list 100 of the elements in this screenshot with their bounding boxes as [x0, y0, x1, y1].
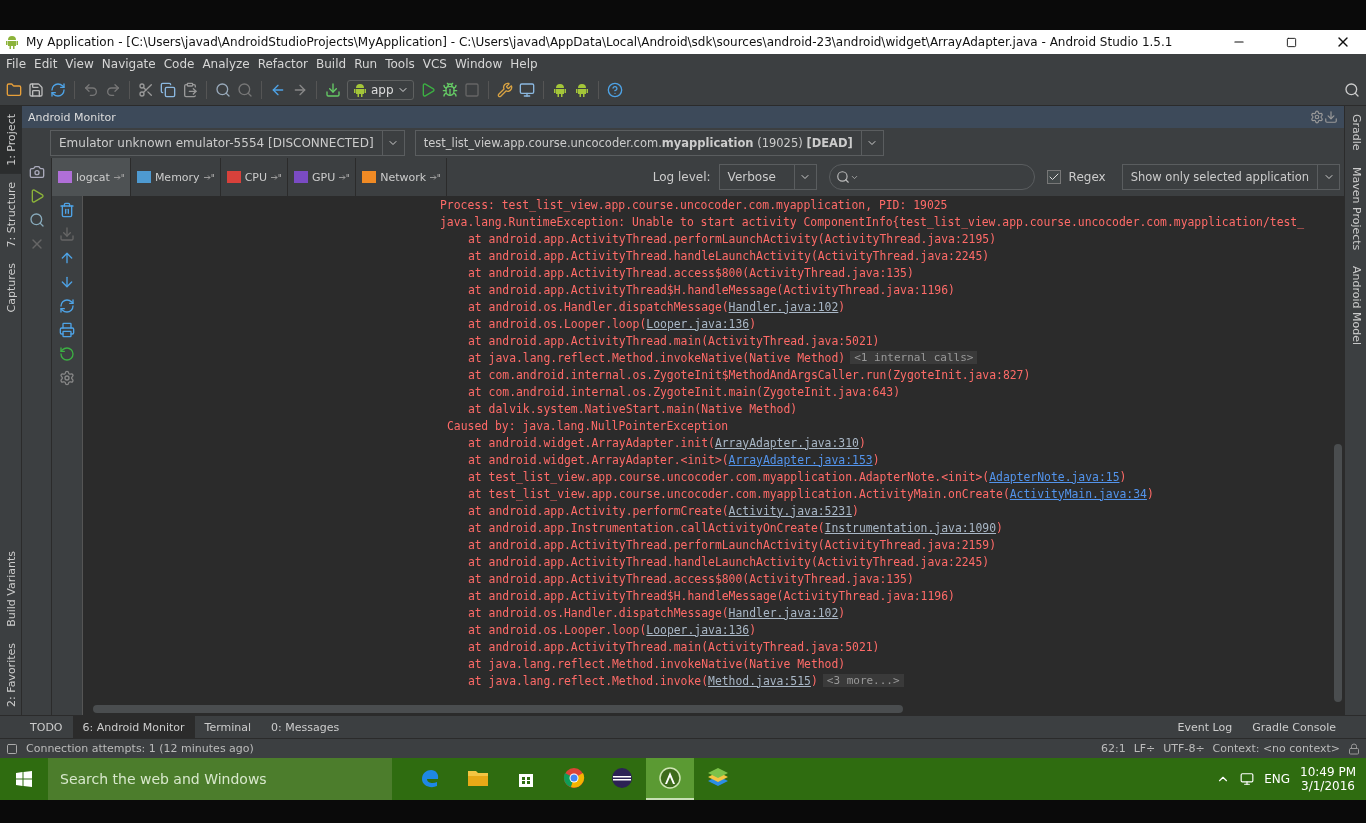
tool-window-tab[interactable]: 0: Messages	[261, 715, 350, 739]
menu-item[interactable]: Navigate	[97, 57, 160, 71]
help-icon[interactable]	[606, 81, 623, 98]
tool-window-tab[interactable]: Gradle Console	[1242, 715, 1346, 739]
line-separator[interactable]: LF÷	[1133, 742, 1156, 755]
settings-icon[interactable]	[59, 370, 75, 386]
folded-calls[interactable]: <1 internal calls>	[850, 351, 978, 364]
tool-window-tab[interactable]: TODO	[20, 715, 73, 739]
inspect-icon[interactable]	[28, 212, 45, 228]
pin-icon[interactable]	[430, 173, 441, 181]
log-line: Caused by: java.lang.NullPointerException	[446, 418, 729, 433]
tool-window-tab[interactable]: Captures	[0, 255, 22, 321]
tool-window-tab[interactable]: 1: Project	[0, 106, 22, 174]
wrench-icon[interactable]	[496, 81, 513, 98]
folder-icon[interactable]	[6, 81, 22, 98]
log-line: at test_list_view.app.course.uncocoder.com.myapplication.ActivityMain.onCreate(ActivityMain.java:34)	[467, 486, 1154, 501]
menu-item[interactable]: Help	[506, 57, 542, 71]
camera-icon[interactable]	[28, 164, 45, 180]
cut-icon[interactable]	[138, 81, 154, 98]
source-link[interactable]: Looper.java:136	[646, 316, 750, 331]
tool-window-tab[interactable]: Event Log	[1167, 715, 1243, 739]
tool-window-tab[interactable]: Gradle	[1345, 106, 1366, 159]
folded-calls[interactable]: <3 more...>	[822, 674, 904, 687]
pin-icon[interactable]	[339, 173, 350, 181]
menu-item[interactable]: Build	[312, 57, 351, 71]
menu-item[interactable]: File	[2, 57, 31, 71]
log-line: at java.lang.reflect.Method.invoke(Method.java:515)	[467, 673, 818, 688]
process-dropdown[interactable]: test_list_view.app.course.uncocoder.com.myapplication (19025) [DEAD]	[414, 130, 884, 156]
compass-icon	[659, 767, 681, 789]
file-encoding[interactable]: UTF-8÷	[1163, 742, 1205, 755]
save-icon[interactable]	[28, 81, 44, 98]
search-icon[interactable]	[1344, 81, 1360, 98]
print-icon[interactable]	[59, 322, 75, 338]
trash-icon[interactable]	[59, 202, 75, 218]
tool-window-tab[interactable]: 7: Structure	[0, 173, 22, 256]
pin-icon[interactable]	[203, 173, 214, 181]
filter-dropdown[interactable]: Show only selected application	[1121, 164, 1340, 190]
android-icon	[352, 81, 368, 98]
source-link[interactable]: Activity.java:5231	[728, 503, 853, 518]
cursor-position[interactable]: 62:1	[1100, 742, 1126, 755]
redo-icon[interactable]	[105, 81, 121, 98]
menu-item[interactable]: Analyze	[198, 57, 254, 71]
log-line: at android.app.ActivityThread.handleLaunchActivity(ActivityThread.java:2245)	[467, 554, 990, 569]
menu-item[interactable]: Refactor	[253, 57, 313, 71]
language-indicator[interactable]: ENG	[1264, 772, 1290, 786]
device-dropdown[interactable]: Emulator unknown emulator-5554 [DISCONNECTED]	[50, 130, 405, 156]
menu-item[interactable]: Window	[450, 57, 507, 71]
source-link[interactable]: Handler.java:102	[728, 605, 839, 620]
paste-icon[interactable]	[182, 81, 198, 98]
search-icon[interactable]	[215, 81, 231, 98]
tool-window-tab[interactable]: Build Variants	[0, 543, 22, 636]
copy-icon[interactable]	[160, 81, 176, 98]
source-link[interactable]: Looper.java:136	[646, 622, 750, 637]
scrollbar[interactable]	[93, 705, 903, 713]
tool-window-tab[interactable]: Terminal	[194, 715, 262, 739]
source-link[interactable]: ArrayAdapter.java:310	[714, 435, 859, 450]
pin-icon[interactable]	[113, 173, 124, 181]
menu-item[interactable]: Edit	[30, 57, 62, 71]
log-line: at android.app.ActivityThread.access$800(ActivityThread.java:135)	[467, 265, 914, 280]
regex-checkbox[interactable]	[1046, 170, 1061, 184]
source-link[interactable]: ArrayAdapter.java:153	[728, 452, 873, 467]
device-icon[interactable]	[518, 81, 535, 98]
source-link[interactable]: Method.java:515	[708, 673, 811, 688]
tool-window-tab[interactable]: 2: Favorites	[0, 635, 22, 715]
log-line: at android.os.Looper.loop(Looper.java:136)	[467, 622, 757, 637]
panel-icon[interactable]	[6, 742, 18, 755]
sync-icon[interactable]	[50, 81, 66, 98]
log-level-dropdown[interactable]: Verbose	[718, 164, 817, 190]
context-info: Context: <no context>	[1212, 742, 1340, 755]
restart-icon[interactable]	[59, 346, 75, 362]
lock-icon[interactable]	[1348, 742, 1360, 755]
menu-item[interactable]: Code	[159, 57, 199, 71]
menu-item[interactable]: Tools	[381, 57, 419, 71]
clock-time[interactable]: 10:49 PM	[1300, 765, 1356, 779]
source-link[interactable]: ActivityMain.java:34	[1009, 486, 1147, 501]
monitor-tab[interactable]: logcat	[52, 158, 131, 196]
android-icon	[551, 81, 568, 98]
undo-icon[interactable]	[83, 81, 99, 98]
up-icon[interactable]	[59, 250, 75, 266]
menu-item[interactable]: VCS	[418, 57, 451, 71]
network-icon[interactable]	[1240, 772, 1255, 786]
debug-icon[interactable]	[441, 81, 458, 98]
tool-window-tab[interactable]: 6: Android Monitor	[72, 715, 195, 739]
menu-item[interactable]: Run	[350, 57, 382, 71]
clock-date[interactable]: 3/1/2016	[1301, 779, 1355, 793]
browser-icon	[419, 767, 441, 789]
pin-icon[interactable]	[271, 173, 281, 181]
menu-item[interactable]: View	[61, 57, 98, 71]
source-link[interactable]: AdapterNote.java:15	[989, 469, 1120, 484]
run-config-dropdown[interactable]: app	[347, 79, 414, 100]
search-field[interactable]: Search the web and Windows	[48, 758, 392, 800]
log-line: at android.app.ActivityThread.access$800(ActivityThread.java:135)	[467, 571, 914, 586]
down-icon[interactable]	[59, 274, 75, 290]
source-link[interactable]: Handler.java:102	[728, 299, 839, 314]
tool-window-tab[interactable]: Maven Projects	[1345, 158, 1366, 258]
tool-window-tab[interactable]: Android Model	[1345, 257, 1366, 353]
settings-icon[interactable]	[1310, 110, 1324, 124]
source-link[interactable]: Instrumentation.java:1090	[824, 520, 997, 535]
taskbar-app[interactable]	[646, 758, 694, 800]
scrollbar[interactable]	[1334, 444, 1342, 702]
